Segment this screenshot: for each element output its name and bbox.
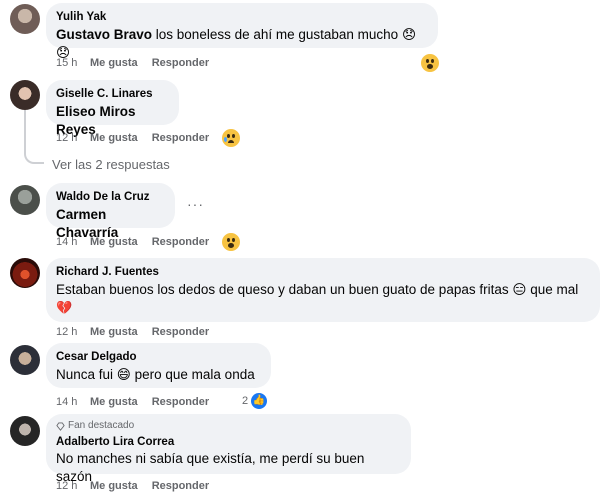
broken-heart-icon: 💔 (56, 300, 73, 315)
comment-actions: 14 h Me gusta Responder (56, 235, 209, 249)
comment-author[interactable]: Richard J. Fuentes (56, 265, 589, 279)
wow-reaction-icon[interactable] (420, 53, 440, 73)
emoji: 😑 (512, 282, 527, 297)
avatar[interactable] (10, 258, 40, 288)
like-button[interactable]: Me gusta (90, 131, 138, 145)
diamond-icon (56, 421, 65, 431)
emoji: 😄 (116, 367, 131, 382)
comment-actions: 14 h Me gusta Responder (56, 395, 209, 409)
avatar[interactable] (10, 185, 40, 215)
see-replies-link[interactable]: Ver las 2 respuestas (52, 157, 170, 172)
thread-connector (24, 110, 44, 164)
comment-author[interactable]: Adalberto Lira Correa (56, 435, 400, 449)
reply-button[interactable]: Responder (152, 131, 209, 145)
timestamp[interactable]: 14 h (56, 395, 90, 409)
like-button[interactable]: Me gusta (90, 235, 138, 249)
like-button[interactable]: Me gusta (90, 395, 138, 409)
timestamp[interactable]: 12 h (56, 325, 90, 339)
top-fan-badge: Fan destacado (56, 420, 400, 432)
like-button[interactable]: Me gusta (90, 56, 138, 70)
comment-text: Nunca fui 😄 pero que mala onda (56, 367, 255, 382)
comment-bubble: Richard J. Fuentes Estaban buenos los de… (46, 258, 600, 322)
avatar[interactable] (10, 80, 40, 110)
comment-actions: 12 h Me gusta Responder (56, 131, 209, 145)
comment-bubble: Yulih Yak Gustavo Bravo los boneless de … (46, 3, 438, 60)
avatar[interactable] (10, 416, 40, 446)
comment-author[interactable]: Giselle C. Linares (56, 87, 168, 101)
timestamp[interactable]: 12 h (56, 131, 90, 145)
comment-author[interactable]: Waldo De la Cruz (56, 190, 164, 204)
timestamp[interactable]: 14 h (56, 235, 90, 249)
reply-button[interactable]: Responder (152, 56, 209, 70)
comment-actions: 15 h Me gusta Responder (56, 56, 209, 70)
wow-reaction-icon[interactable] (221, 232, 241, 252)
sad-reaction-icon[interactable] (221, 128, 241, 148)
more-options-icon[interactable]: ··· (187, 196, 204, 212)
avatar[interactable] (10, 4, 40, 34)
reply-button[interactable]: Responder (152, 395, 209, 409)
comment-author[interactable]: Cesar Delgado (56, 350, 260, 364)
thumbs-up-icon[interactable]: 👍 (251, 393, 267, 409)
like-count[interactable]: 2 (242, 395, 248, 407)
comment-bubble: Waldo De la Cruz Carmen Chavarría (46, 183, 175, 240)
comment-text: Estaban buenos los dedos de queso y daba… (56, 282, 579, 315)
reply-button[interactable]: Responder (152, 325, 209, 339)
comment-author[interactable]: Yulih Yak (56, 10, 427, 24)
timestamp[interactable]: 15 h (56, 56, 90, 70)
like-button[interactable]: Me gusta (90, 325, 138, 339)
comment-actions: 12 h Me gusta Responder (56, 325, 209, 339)
comment-bubble: Cesar Delgado Nunca fui 😄 pero que mala … (46, 343, 271, 388)
reply-button[interactable]: Responder (152, 235, 209, 249)
avatar[interactable] (10, 345, 40, 375)
mention-link[interactable]: Gustavo Bravo (56, 27, 152, 42)
comment-bubble: Fan destacado Adalberto Lira Correa No m… (46, 414, 411, 484)
comment-bubble: Giselle C. Linares Eliseo Miros Reyes (46, 80, 179, 137)
